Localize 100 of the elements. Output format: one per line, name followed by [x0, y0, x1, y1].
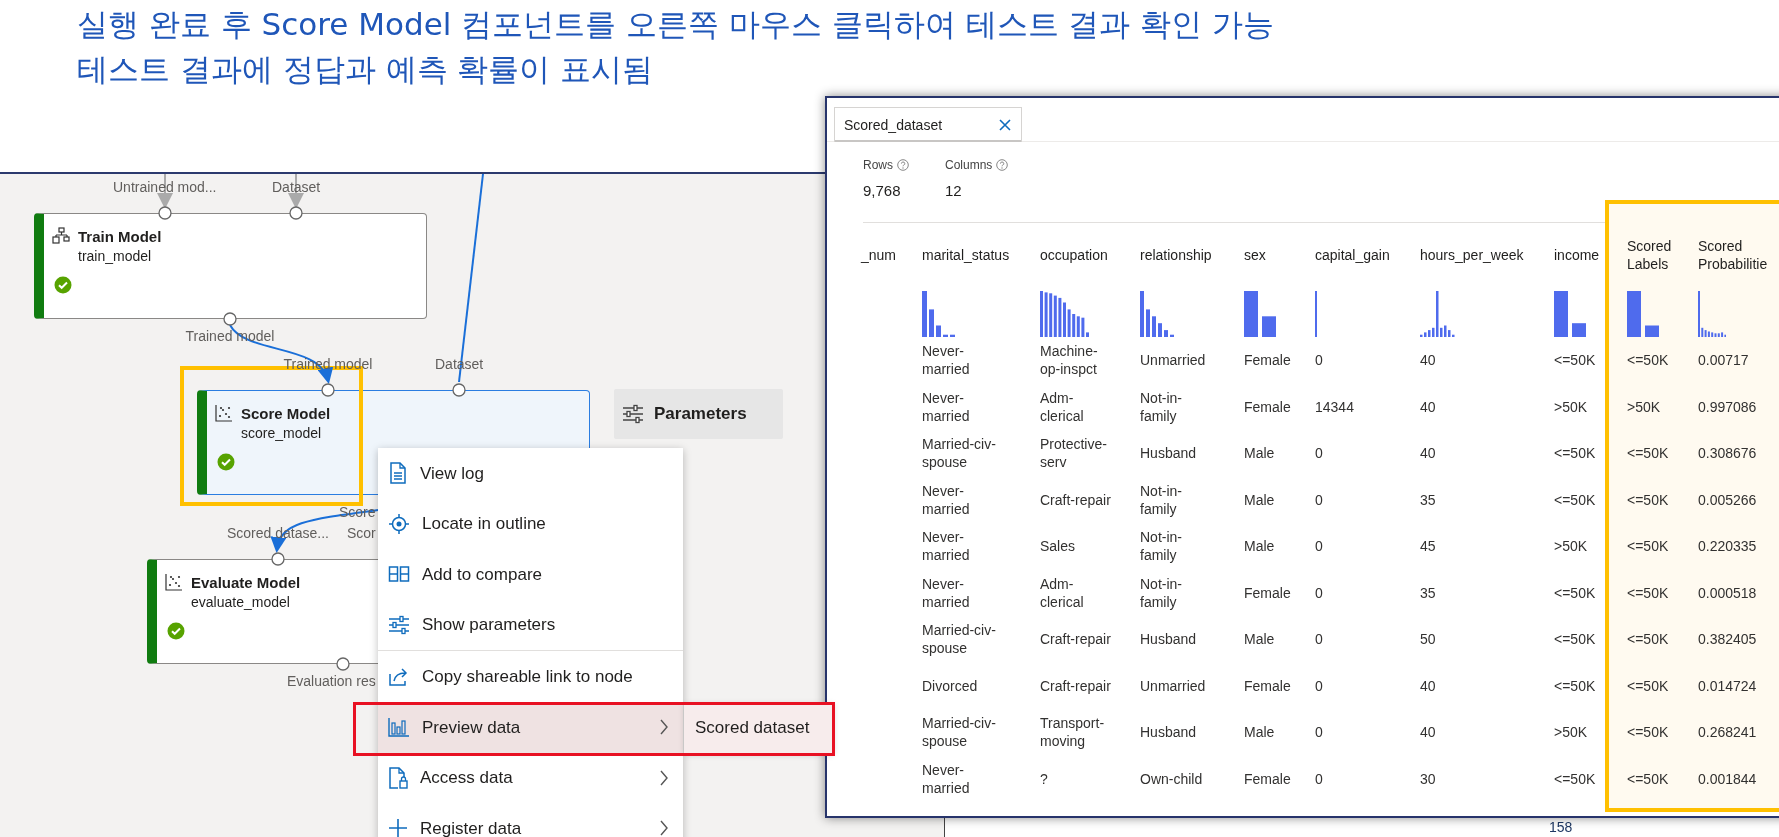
column-header[interactable]: relationship: [1140, 246, 1244, 264]
menu-item[interactable]: Locate in outline: [378, 498, 683, 550]
port-handle[interactable]: [223, 312, 237, 326]
table-cell-text: >50K: [1554, 537, 1589, 556]
column-header[interactable]: Scored Labels: [1627, 237, 1687, 273]
table-cell-text: 0: [1315, 351, 1324, 370]
bar-chart-icon: [388, 717, 410, 738]
histogram-drawing: [922, 289, 955, 337]
table-cell-text: Female: [1244, 676, 1292, 695]
table-cell-text: 35: [1420, 490, 1437, 509]
table-cell-text: 0.014724: [1698, 676, 1758, 695]
table-cell-text: <=50K: [1627, 351, 1670, 370]
table-cell-text: <=50K: [1627, 676, 1670, 695]
table-cell-text: <=50K: [1554, 583, 1597, 602]
submenu-item[interactable]: Scored dataset: [684, 702, 834, 753]
table-cell-text: 40: [1420, 723, 1437, 742]
table-cell-text: Unmarried: [1140, 351, 1207, 370]
table-cell-text: Never-married: [922, 528, 971, 565]
histogram-drawing: [1554, 289, 1586, 337]
table-cell-text: <=50K: [1554, 351, 1597, 370]
stat-label: Columns: [945, 157, 993, 174]
table-cell-text: Male: [1244, 444, 1276, 463]
column-header[interactable]: _num: [861, 246, 922, 264]
column-header[interactable]: Scored Probabilitie: [1698, 237, 1779, 273]
plus-icon: [388, 818, 408, 837]
menu-item[interactable]: Register data: [378, 803, 683, 837]
parameters-button[interactable]: Parameters: [614, 389, 783, 439]
node-title: Train Model: [78, 227, 162, 247]
table-cell-text: <=50K: [1554, 769, 1597, 788]
table-cell-text: 0: [1315, 537, 1324, 556]
port-handle[interactable]: [452, 383, 466, 397]
table-cell-text: 50: [1420, 630, 1437, 649]
table-cell-text: Never-married: [922, 342, 971, 379]
port-handle[interactable]: [336, 657, 350, 671]
table-cell-text: 0.00717: [1698, 351, 1750, 370]
table-cell-text: 40: [1420, 351, 1437, 370]
column-header[interactable]: capital_gain: [1315, 246, 1420, 264]
table-cell-text: Husband: [1140, 630, 1198, 649]
table-cell-text: 14344: [1315, 397, 1355, 416]
menu-item[interactable]: Access data: [378, 752, 683, 804]
table-cell-text: <=50K: [1554, 676, 1597, 695]
node-name: train_model: [78, 247, 152, 266]
pipeline-node[interactable]: Train Model train_model: [34, 213, 427, 319]
locked-document-icon: [388, 766, 408, 789]
scatter-plot-icon: [215, 404, 233, 422]
table-cell-text: 0: [1315, 676, 1324, 695]
table-cell-text: Male: [1244, 723, 1276, 742]
column-header[interactable]: sex: [1244, 246, 1315, 264]
table-cell-text: <=50K: [1554, 630, 1597, 649]
hierarchy-icon: [52, 227, 70, 245]
table-cell-text: Never-married: [922, 574, 971, 611]
port-handle[interactable]: [271, 552, 285, 566]
table-cell-text: Married-civ-spouse: [922, 435, 997, 472]
table-cell-text: Not-in-family: [1140, 574, 1183, 611]
sliders-icon: [388, 615, 410, 636]
table-cell-text: 0.220335: [1698, 537, 1758, 556]
slide-heading-line: 테스트 결과에 정답과 예측 확률이 표시됨: [77, 50, 655, 89]
table-cell-text: Machine-op-inspct: [1040, 342, 1099, 379]
column-header[interactable]: income: [1554, 246, 1627, 264]
table-cell-text: Female: [1244, 397, 1292, 416]
table-cell-text: >50K: [1554, 397, 1589, 416]
table-cell-text: Married-civ-spouse: [922, 621, 997, 658]
column-header[interactable]: hours_per_week: [1420, 246, 1554, 264]
table-cell-text: Adm-clerical: [1040, 388, 1085, 425]
column-header[interactable]: marital_status: [922, 246, 1040, 264]
table-cell-text: Female: [1244, 583, 1292, 602]
table-cell-text: 0: [1315, 490, 1324, 509]
table-cell-text: 30: [1420, 769, 1437, 788]
port-handle[interactable]: [158, 206, 172, 220]
port-handle[interactable]: [321, 383, 335, 397]
table-cell-text: <=50K: [1627, 490, 1670, 509]
table-cell-text: Male: [1244, 537, 1276, 556]
table-cell-text: ?: [1040, 769, 1049, 788]
stat-value: 12: [945, 181, 963, 201]
table-cell-text: Husband: [1140, 444, 1198, 463]
scatter-plot-icon: [165, 573, 183, 591]
table-cell-text: Craft-repair: [1040, 676, 1112, 695]
sliders-icon: [622, 404, 644, 424]
table-cell-text: Not-in-family: [1140, 481, 1183, 518]
table-cell-text: <=50K: [1627, 769, 1670, 788]
slide-heading-line: 실행 완료 후 Score Model 컴포넌트를 오른쪽 마우스 클릭하여 테스트 결과 확인 가능: [77, 5, 1275, 44]
table-cell-text: Adm-clerical: [1040, 574, 1085, 611]
histogram-drawing: [1698, 289, 1727, 337]
table-cell-text: 0: [1315, 444, 1324, 463]
table-cell-text: <=50K: [1627, 444, 1670, 463]
table-cell-text: <=50K: [1627, 537, 1670, 556]
table-cell-text: <=50K: [1627, 630, 1670, 649]
table-cell-text: Divorced: [922, 676, 979, 695]
table-cell-text: Transport-moving: [1040, 714, 1106, 751]
node-title: Evaluate Model: [191, 573, 301, 593]
table-cell-text: Craft-repair: [1040, 490, 1112, 509]
table-cell-text: Sales: [1040, 537, 1077, 556]
stat-label: Rows: [863, 157, 893, 174]
column-header[interactable]: occupation: [1040, 246, 1140, 264]
tab[interactable]: Scored_dataset: [834, 107, 1022, 142]
port-handle[interactable]: [289, 206, 303, 220]
table-cell-text: 35: [1420, 583, 1437, 602]
share-icon: [388, 666, 410, 687]
help-icon: [996, 159, 1009, 171]
stat-value: 9,768: [863, 181, 902, 201]
